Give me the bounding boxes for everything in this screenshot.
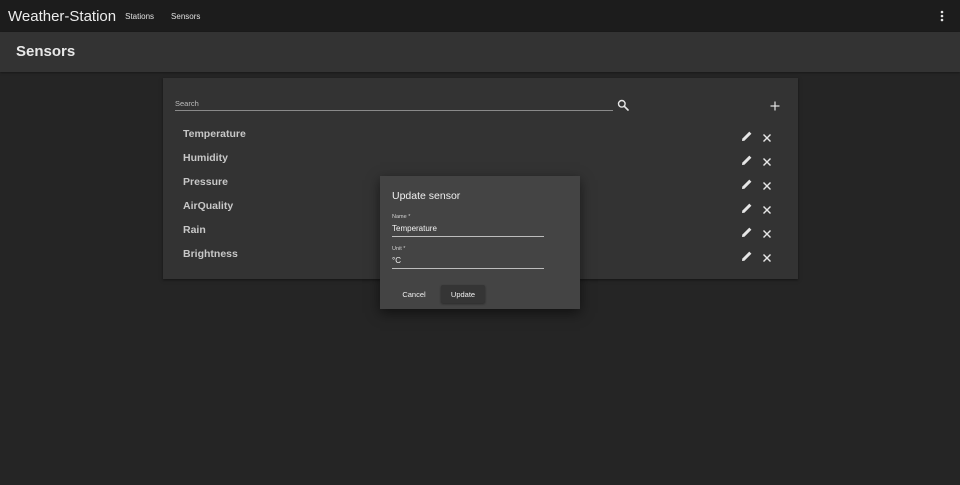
pencil-icon[interactable]: [741, 249, 753, 261]
dialog-title: Update sensor: [392, 190, 461, 202]
pencil-icon[interactable]: [741, 177, 753, 189]
search-input[interactable]: [175, 96, 613, 111]
unit-input[interactable]: [392, 254, 544, 269]
app-root: Weather-Station Stations Sensors Sensors: [0, 0, 960, 485]
unit-field-label: Unit *: [392, 246, 406, 252]
pencil-icon[interactable]: [741, 225, 753, 237]
update-button[interactable]: Update: [441, 285, 485, 303]
sensor-name: Brightness: [183, 248, 238, 260]
search-icon[interactable]: [617, 98, 629, 111]
name-field-label: Name *: [392, 214, 411, 220]
name-field: Name *: [392, 214, 544, 237]
sensor-name: AirQuality: [183, 200, 234, 212]
sensor-row-humidity: Humidity: [183, 147, 783, 171]
close-icon[interactable]: [762, 178, 772, 190]
pencil-icon[interactable]: [741, 201, 753, 213]
app-title: Weather-Station: [8, 7, 117, 25]
sensor-name: Rain: [183, 224, 206, 236]
pencil-icon[interactable]: [741, 153, 753, 165]
pencil-icon[interactable]: [741, 129, 753, 141]
close-icon[interactable]: [762, 130, 772, 142]
plus-icon[interactable]: [769, 99, 781, 111]
top-toolbar: Weather-Station Stations Sensors: [0, 0, 960, 32]
search-field: [175, 96, 613, 111]
name-input[interactable]: [392, 222, 544, 237]
page-header: Sensors: [0, 32, 960, 72]
page-title: Sensors: [16, 43, 76, 60]
close-icon[interactable]: [762, 202, 772, 214]
close-icon[interactable]: [762, 250, 772, 262]
sensor-name: Pressure: [183, 176, 228, 188]
sensor-name: Temperature: [183, 128, 246, 140]
sensor-name: Humidity: [183, 152, 228, 164]
nav-link-sensors[interactable]: Sensors: [171, 12, 200, 21]
nav-link-stations[interactable]: Stations: [125, 12, 154, 21]
close-icon[interactable]: [762, 154, 772, 166]
more-vert-icon[interactable]: [936, 9, 948, 23]
sensor-row-temperature: Temperature: [183, 123, 783, 147]
close-icon[interactable]: [762, 226, 772, 238]
unit-field: Unit *: [392, 246, 544, 269]
update-sensor-dialog: Update sensor Name * Unit * Cancel Updat…: [380, 176, 580, 309]
cancel-button[interactable]: Cancel: [393, 286, 435, 303]
